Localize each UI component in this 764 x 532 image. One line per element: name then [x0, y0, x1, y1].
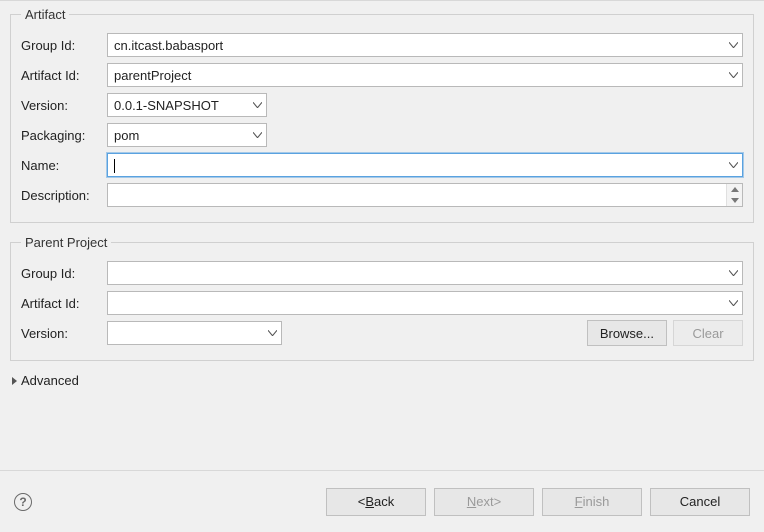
- chevron-down-icon[interactable]: [248, 132, 266, 138]
- group-id-value: cn.itcast.babasport: [108, 38, 724, 53]
- chevron-down-icon[interactable]: [724, 300, 742, 306]
- label-name: Name:: [21, 158, 107, 173]
- back-button[interactable]: < Back: [326, 488, 426, 516]
- row-version: Version: 0.0.1-SNAPSHOT: [21, 92, 743, 118]
- label-parent-group-id: Group Id:: [21, 266, 107, 281]
- artifact-id-combo[interactable]: parentProject: [107, 63, 743, 87]
- chevron-down-icon[interactable]: [724, 270, 742, 276]
- packaging-combo[interactable]: pom: [107, 123, 267, 147]
- row-artifact-id: Artifact Id: parentProject: [21, 62, 743, 88]
- dialog-content: Artifact Group Id: cn.itcast.babasport A…: [0, 1, 764, 470]
- group-id-combo[interactable]: cn.itcast.babasport: [107, 33, 743, 57]
- label-group-id: Group Id:: [21, 38, 107, 53]
- label-packaging: Packaging:: [21, 128, 107, 143]
- back-mnemonic: B: [365, 494, 374, 509]
- name-value: [108, 157, 724, 173]
- label-description: Description:: [21, 188, 107, 203]
- help-icon[interactable]: ?: [14, 493, 32, 511]
- parent-version-combo[interactable]: [107, 321, 282, 345]
- row-parent-version: Version: Browse... Clear: [21, 320, 743, 346]
- row-packaging: Packaging: pom: [21, 122, 743, 148]
- chevron-down-icon[interactable]: [263, 330, 281, 336]
- cancel-button[interactable]: Cancel: [650, 488, 750, 516]
- parent-project-group: Parent Project Group Id: Artifact Id:: [10, 235, 754, 361]
- text-caret: [114, 159, 115, 173]
- label-parent-artifact-id: Artifact Id:: [21, 296, 107, 311]
- wizard-dialog: Artifact Group Id: cn.itcast.babasport A…: [0, 0, 764, 532]
- description-spinner[interactable]: [726, 184, 742, 206]
- artifact-legend: Artifact: [21, 7, 69, 22]
- description-value: [108, 184, 726, 206]
- finish-button[interactable]: Finish: [542, 488, 642, 516]
- version-value: 0.0.1-SNAPSHOT: [108, 98, 248, 113]
- advanced-label: Advanced: [21, 373, 79, 388]
- next-button[interactable]: Next >: [434, 488, 534, 516]
- clear-button[interactable]: Clear: [673, 320, 743, 346]
- row-description: Description:: [21, 182, 743, 208]
- row-group-id: Group Id: cn.itcast.babasport: [21, 32, 743, 58]
- spinner-down-icon[interactable]: [727, 195, 742, 206]
- description-textarea[interactable]: [107, 183, 743, 207]
- chevron-down-icon[interactable]: [724, 162, 742, 168]
- artifact-group: Artifact Group Id: cn.itcast.babasport A…: [10, 7, 754, 223]
- name-combo[interactable]: [107, 153, 743, 177]
- label-artifact-id: Artifact Id:: [21, 68, 107, 83]
- chevron-down-icon[interactable]: [248, 102, 266, 108]
- spinner-up-icon[interactable]: [727, 184, 742, 195]
- version-combo[interactable]: 0.0.1-SNAPSHOT: [107, 93, 267, 117]
- chevron-down-icon[interactable]: [724, 72, 742, 78]
- label-parent-version: Version:: [21, 326, 107, 341]
- next-mnemonic: N: [467, 494, 476, 509]
- triangle-right-icon: [12, 377, 17, 385]
- parent-artifact-id-combo[interactable]: [107, 291, 743, 315]
- parent-group-id-combo[interactable]: [107, 261, 743, 285]
- row-name: Name:: [21, 152, 743, 178]
- chevron-down-icon[interactable]: [724, 42, 742, 48]
- row-parent-group-id: Group Id:: [21, 260, 743, 286]
- advanced-expander[interactable]: Advanced: [12, 373, 754, 388]
- parent-legend: Parent Project: [21, 235, 111, 250]
- row-parent-artifact-id: Artifact Id:: [21, 290, 743, 316]
- packaging-value: pom: [108, 128, 248, 143]
- wizard-button-bar: ? < Back Next > Finish Cancel: [0, 470, 764, 532]
- artifact-id-value: parentProject: [108, 68, 724, 83]
- browse-button[interactable]: Browse...: [587, 320, 667, 346]
- label-version: Version:: [21, 98, 107, 113]
- finish-mnemonic: F: [575, 494, 583, 509]
